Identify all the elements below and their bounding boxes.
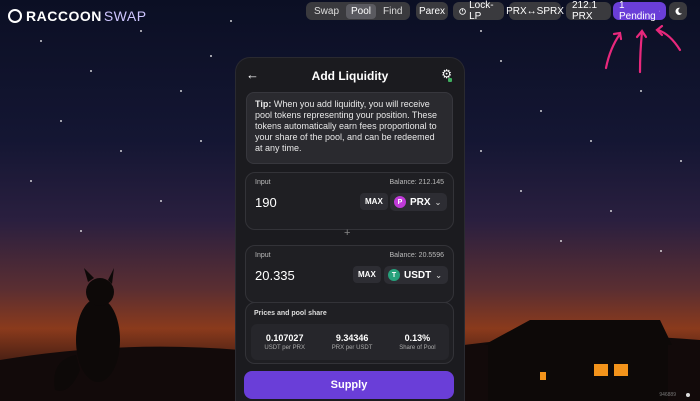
prx-token-icon: P bbox=[394, 196, 406, 208]
input-panel-2: Input Balance: 20.5596 20.335 MAX T USDT… bbox=[245, 245, 454, 303]
footer-status: 946889 bbox=[659, 392, 690, 398]
supply-button[interactable]: Supply bbox=[244, 371, 454, 399]
price-value: 9.34346 bbox=[335, 333, 369, 343]
price-item: 0.13% Share of Pool bbox=[399, 333, 435, 351]
input-1-label: Input bbox=[255, 179, 271, 186]
token-1-symbol: PRX bbox=[410, 196, 431, 208]
house-silhouette bbox=[484, 320, 672, 401]
prices-panel: Prices and pool share 0.107027 USDT per … bbox=[245, 302, 454, 364]
block-number: 946889 bbox=[659, 392, 676, 398]
lock-lp-button[interactable]: Lock-LP bbox=[453, 0, 504, 22]
max-button-1[interactable]: MAX bbox=[360, 193, 388, 210]
chevron-down-icon: ⌄ bbox=[435, 270, 442, 280]
prices-title: Prices and pool share bbox=[254, 310, 327, 317]
card-title: Add Liquidity bbox=[311, 69, 389, 83]
price-caption: PRX per USDT bbox=[331, 345, 373, 351]
token-2-symbol: USDT bbox=[404, 269, 432, 281]
chevron-down-icon: ⌄ bbox=[434, 197, 442, 207]
tip-text: When you add liquidity, you will receive… bbox=[255, 99, 437, 153]
status-dot-icon bbox=[686, 393, 690, 397]
theme-toggle-button[interactable] bbox=[669, 2, 687, 20]
main-nav: Swap Pool Find bbox=[306, 2, 411, 20]
lock-lp-label: Lock-LP bbox=[469, 0, 494, 22]
prx-sprx-label: PRX↔SPRX bbox=[506, 5, 564, 17]
tab-pool[interactable]: Pool bbox=[346, 3, 377, 19]
annotation-arrows bbox=[604, 24, 682, 74]
tab-find[interactable]: Find bbox=[378, 4, 407, 19]
input-2-amount[interactable]: 20.335 bbox=[255, 268, 295, 283]
price-item: 9.34346 PRX per USDT bbox=[332, 333, 373, 351]
pending-tx-button[interactable]: 1 Pending bbox=[613, 0, 666, 22]
share-caption: Share of Pool bbox=[399, 345, 436, 351]
plus-icon: + bbox=[344, 227, 351, 239]
price-value: 0.107027 bbox=[265, 333, 304, 343]
parex-label: Parex bbox=[418, 5, 446, 17]
spinner-icon bbox=[658, 10, 660, 12]
add-liquidity-card: ← Add Liquidity ⚙ Tip: When you add liqu… bbox=[236, 58, 464, 401]
input-panel-1: Input Balance: 212.145 190 MAX P PRX ⌄ bbox=[245, 172, 454, 230]
pending-label: 1 Pending bbox=[619, 0, 656, 22]
tab-swap[interactable]: Swap bbox=[309, 4, 344, 19]
logo-text-accent: SWAP bbox=[103, 8, 147, 24]
parex-button[interactable]: Parex bbox=[416, 2, 448, 20]
logo-text: RACCOON bbox=[26, 8, 102, 24]
price-caption: USDT per PRX bbox=[264, 345, 305, 351]
input-1-amount[interactable]: 190 bbox=[255, 195, 277, 210]
input-1-balance: Balance: 212.145 bbox=[389, 179, 445, 186]
logo-ring-icon bbox=[8, 9, 22, 23]
usdt-token-icon: T bbox=[388, 269, 400, 281]
price-item: 0.107027 USDT per PRX bbox=[264, 333, 305, 351]
balance-label: 212.1 PRX bbox=[572, 0, 598, 22]
prx-sprx-button[interactable]: PRX↔SPRX bbox=[506, 2, 564, 20]
token-select-2[interactable]: T USDT ⌄ bbox=[384, 266, 448, 284]
moon-icon bbox=[675, 7, 682, 15]
tip-box: Tip: When you add liquidity, you will re… bbox=[246, 92, 453, 164]
app-logo[interactable]: RACCOON SWAP bbox=[8, 8, 147, 24]
max-button-2[interactable]: MAX bbox=[353, 266, 381, 283]
prices-grid: 0.107027 USDT per PRX 9.34346 PRX per US… bbox=[251, 324, 449, 360]
share-value: 0.13% bbox=[404, 333, 431, 343]
lock-icon bbox=[459, 7, 466, 15]
input-2-label: Input bbox=[255, 252, 271, 259]
token-select-1[interactable]: P PRX ⌄ bbox=[390, 193, 448, 211]
raccoon-silhouette bbox=[54, 268, 120, 391]
balance-display[interactable]: 212.1 PRX bbox=[566, 0, 611, 22]
settings-indicator-icon bbox=[448, 78, 452, 82]
tip-bold: Tip: bbox=[255, 99, 272, 109]
input-2-balance: Balance: 20.5596 bbox=[389, 252, 445, 259]
